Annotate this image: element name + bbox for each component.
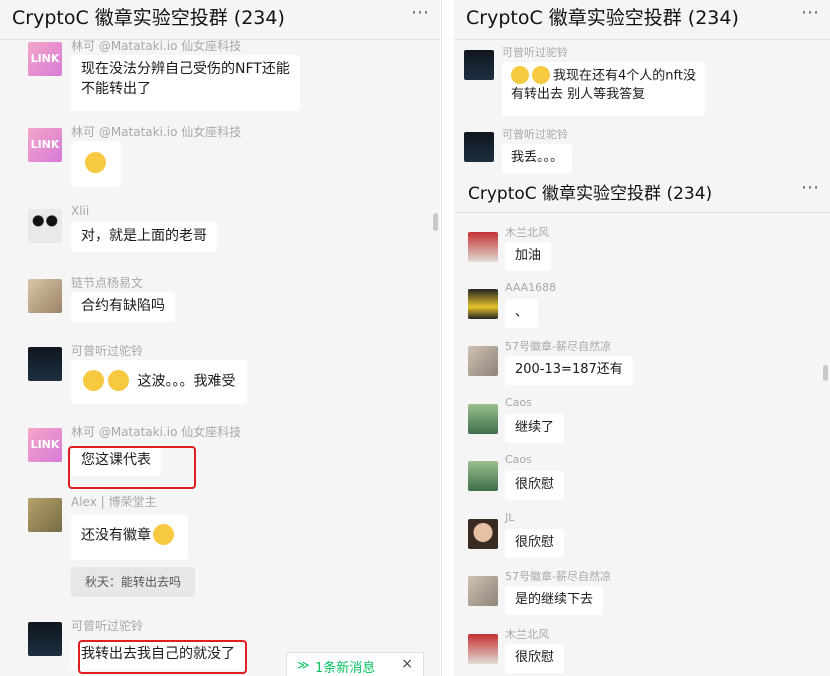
avatar[interactable] [468,519,498,549]
panel-divider [441,0,442,676]
avatar[interactable]: LINK [28,428,62,462]
scrollbar-thumb[interactable] [823,365,828,381]
sender-name: Caos [505,396,532,409]
sender-name: 链节点杨易文 [71,276,144,290]
chat-title: CryptoC 徽章实验空投群 (234) [468,184,713,204]
message-text: 有转出去 别人等我答复 [511,86,646,102]
face-emoji-icon [511,66,529,84]
sender-name: JL [505,511,515,524]
message-bubble[interactable]: 这波。。。我难受 [71,360,248,404]
message-text: 我丢。。。 [511,150,564,165]
message-text: 这波。。。我难受 [137,373,236,390]
sender-name: Caos [505,453,532,466]
message-bubble[interactable]: 继续了 [505,414,565,443]
avatar[interactable] [28,347,62,381]
avatar[interactable] [468,346,498,376]
avatar[interactable] [468,461,498,491]
avatar[interactable] [468,634,498,664]
quoted-message[interactable]: 秋天：能转出去吗 [71,567,196,597]
message-bubble[interactable]: 对，就是上面的老哥 [71,222,217,252]
message-text: 加油 [515,248,542,263]
highlight-box [68,446,196,489]
avatar[interactable] [468,576,498,606]
avatar[interactable] [468,404,498,434]
face-emoji-icon [532,66,550,84]
new-messages-label: 1条新消息 [315,661,376,676]
message-bubble[interactable]: 现在没法分辨自己受伤的NFT还能 不能转出了 [71,55,300,111]
avatar[interactable]: LINK [28,42,62,76]
sender-name: Xlii [71,204,90,218]
message-bubble[interactable]: 200-13=187还有 [505,356,633,385]
scrollbar-thumb[interactable] [433,213,438,231]
chat-title: CryptoC 徽章实验空投群 (234) [466,7,739,29]
message-text: 我现在还有4个人的nft没 [553,68,696,84]
message-text: 合约有缺陷吗 [81,298,165,314]
chat-header: CryptoC 徽章实验空投群 (234) ⋯ [0,0,440,40]
face-emoji-icon [108,370,129,391]
face-emoji-icon [83,370,104,391]
avatar[interactable] [464,50,494,80]
message-bubble[interactable] [71,141,121,187]
chat-header: CryptoC 徽章实验空投群 (234) ⋯ [454,175,830,213]
message-text: 不能转出了 [81,80,151,97]
message-bubble[interactable]: 合约有缺陷吗 [71,292,175,322]
sender-name: AAA1688 [505,281,557,294]
message-text: 还没有徽章 [81,527,151,544]
avatar[interactable] [28,622,62,656]
chat-header: CryptoC 徽章实验空投群 (234) ⋯ [454,0,830,40]
sender-name: 可曾听过驼铃 [502,46,568,59]
sender-name: 可曾听过驼铃 [71,344,144,358]
panel-gap [440,0,454,676]
message-text: 很欣慰 [515,535,555,550]
message-bubble[interactable]: 我丢。。。 [502,144,573,174]
chat-window-left: CryptoC 徽章实验空投群 (234) ⋯ LINK 林可 @Matatak… [0,0,440,676]
avatar[interactable] [28,279,62,313]
face-emoji-icon [153,524,174,545]
new-messages-notice[interactable]: ≫ 1条新消息 × [286,652,424,676]
message-text: 很欣慰 [515,477,555,492]
chat-window-right-bottom: CryptoC 徽章实验空投群 (234) ⋯ 木兰北风 加油 AAA1688 … [454,175,830,676]
message-text: 、 [515,305,529,320]
avatar[interactable] [468,232,498,262]
avatar[interactable] [464,132,494,162]
chat-window-right-top: CryptoC 徽章实验空投群 (234) ⋯ 可曾听过驼铃 我现在还有4个人的… [454,0,830,175]
message-bubble[interactable]: 很欣慰 [505,644,565,673]
message-bubble[interactable]: 、 [505,299,539,328]
avatar[interactable] [468,289,498,319]
sender-name: 可曾听过驼铃 [71,619,144,633]
close-icon[interactable]: × [401,656,413,672]
more-icon[interactable]: ⋯ [801,2,820,23]
sender-name: Alex | 博荣堂主 [71,495,157,509]
sender-name: 57号徽章-薪尽自然凉 [505,340,611,353]
message-text: 继续了 [515,420,555,435]
message-text: 对，就是上面的老哥 [81,228,207,244]
avatar[interactable] [28,498,62,532]
message-bubble[interactable]: 很欣慰 [505,471,565,500]
message-bubble[interactable]: 我现在还有4个人的nft没 有转出去 别人等我答复 [502,62,705,116]
sender-name: 林可 @Matataki.io 仙女座科技 [71,425,242,439]
sender-name: 林可 @Matataki.io 仙女座科技 [71,125,242,139]
message-bubble[interactable]: 还没有徽章 [71,514,188,560]
highlight-box [78,640,247,674]
sender-name: 木兰北风 [505,628,549,641]
more-icon[interactable]: ⋯ [801,177,820,198]
sender-name: 可曾听过驼铃 [502,128,568,141]
avatar[interactable] [28,209,62,243]
message-text: 现在没法分辨自己受伤的NFT还能 [81,61,290,77]
face-emoji-icon [85,152,106,173]
sender-name: 木兰北风 [505,226,549,239]
double-chevron-down-icon: ≫ [297,658,310,672]
sender-name: 57号徽章-薪尽自然凉 [505,570,611,583]
message-bubble[interactable]: 很欣慰 [505,529,565,558]
message-bubble[interactable]: 加油 [505,242,552,271]
message-text: 很欣慰 [515,650,555,665]
chat-title: CryptoC 徽章实验空投群 (234) [12,7,285,29]
more-icon[interactable]: ⋯ [411,2,430,23]
message-bubble[interactable]: 是的继续下去 [505,586,604,615]
message-text: 200-13=187还有 [515,362,623,377]
avatar[interactable]: LINK [28,128,62,162]
message-text: 是的继续下去 [515,592,594,607]
